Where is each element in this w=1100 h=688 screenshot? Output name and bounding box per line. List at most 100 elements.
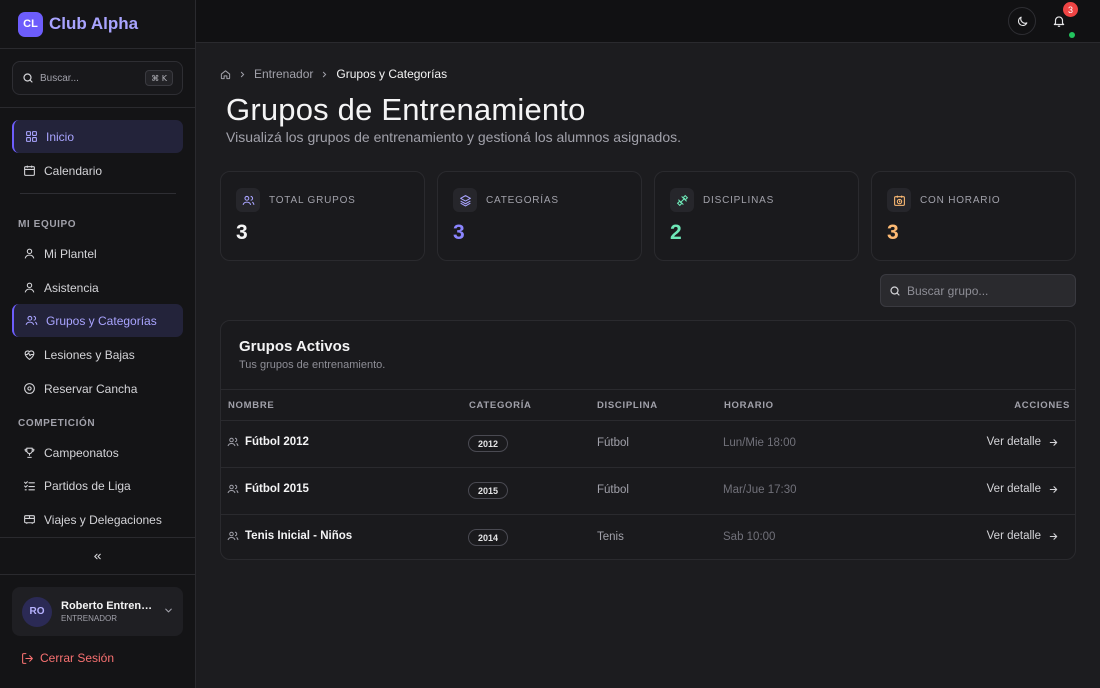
stat-card-total-grupos: TOTAL GRUPOS 3 bbox=[220, 171, 425, 261]
group-search-placeholder: Buscar grupo... bbox=[907, 283, 989, 298]
sidebar-item-lesiones-y-bajas[interactable]: Lesiones y Bajas bbox=[12, 338, 183, 371]
sidebar-item-label: Lesiones y Bajas bbox=[44, 347, 135, 362]
sidebar-item-label: Campeonatos bbox=[44, 445, 119, 460]
brand[interactable]: CL Club Alpha bbox=[0, 0, 195, 49]
divider bbox=[0, 107, 195, 108]
sidebar-item-label: Inicio bbox=[46, 129, 75, 144]
breadcrumb-current: Grupos y Categorías bbox=[336, 67, 448, 81]
stat-card-disciplinas: DISCIPLINAS 2 bbox=[654, 171, 859, 261]
heart-pulse-icon bbox=[22, 348, 36, 362]
group-name-cell: Fútbol 2012 bbox=[227, 436, 309, 448]
sidebar-item-label: Reservar Cancha bbox=[44, 381, 138, 396]
group-search-input[interactable]: Buscar grupo... bbox=[880, 274, 1076, 307]
sidebar: CL Club Alpha Buscar... ⌘ K Inicio Calen… bbox=[0, 0, 196, 688]
target-icon bbox=[22, 382, 36, 396]
table-row[interactable]: Tenis Inicial - Niños 2014 Tenis Sab 10:… bbox=[221, 515, 1075, 559]
category-badge: 2015 bbox=[468, 482, 509, 499]
users-icon bbox=[227, 530, 239, 542]
column-header-horario: HORARIO bbox=[724, 400, 774, 411]
group-name: Fútbol 2012 bbox=[245, 436, 309, 448]
theme-toggle-button[interactable] bbox=[1008, 7, 1036, 35]
users-icon bbox=[24, 314, 38, 328]
user-check-icon bbox=[22, 281, 36, 295]
notification-badge: 3 bbox=[1063, 2, 1078, 17]
collapse-sidebar-button[interactable] bbox=[0, 537, 195, 575]
sidebar-item-mi-plantel[interactable]: Mi Plantel bbox=[12, 237, 183, 270]
view-detail-button[interactable]: Ver detalle bbox=[987, 483, 1059, 495]
sidebar-search-placeholder: Buscar... bbox=[40, 72, 79, 84]
logout-button[interactable]: Cerrar Sesión bbox=[21, 651, 114, 665]
brand-name: Club Alpha bbox=[49, 14, 139, 33]
user-role: ENTRENADOR bbox=[61, 614, 118, 623]
dumbbell-icon bbox=[670, 188, 694, 212]
topbar: 3 bbox=[196, 0, 1100, 43]
stat-card-categorias: CATEGORÍAS 3 bbox=[437, 171, 642, 261]
stat-card-con-horario: CON HORARIO 3 bbox=[871, 171, 1076, 261]
list-check-icon bbox=[22, 479, 36, 493]
sidebar-search[interactable]: Buscar... ⌘ K bbox=[12, 61, 183, 95]
view-detail-button[interactable]: Ver detalle bbox=[987, 530, 1059, 542]
discipline-cell: Tenis bbox=[597, 531, 624, 543]
card-title: Grupos Activos bbox=[239, 338, 351, 355]
sidebar-item-grupos-y-categorias[interactable]: Grupos y Categorías bbox=[12, 304, 183, 337]
chevron-right-icon bbox=[320, 70, 329, 79]
arrow-right-icon bbox=[1048, 437, 1059, 448]
stat-label: TOTAL GRUPOS bbox=[269, 195, 356, 206]
users-icon bbox=[236, 188, 260, 212]
schedule-cell: Mar/Jue 17:30 bbox=[723, 484, 797, 496]
card-subtitle: Tus grupos de entrenamiento. bbox=[239, 359, 386, 371]
group-name-cell: Tenis Inicial - Niños bbox=[227, 530, 352, 542]
sidebar-item-inicio[interactable]: Inicio bbox=[12, 120, 183, 153]
column-header-acciones: ACCIONES bbox=[1014, 400, 1070, 411]
user-info: Roberto Entrenador ENTRENADOR bbox=[61, 600, 153, 623]
calendar-clock-icon bbox=[887, 188, 911, 212]
table-row[interactable]: Fútbol 2015 2015 Fútbol Mar/Jue 17:30 Ve… bbox=[221, 468, 1075, 515]
stat-value: 3 bbox=[236, 221, 248, 244]
sidebar-item-label: Calendario bbox=[44, 163, 103, 178]
stat-value: 3 bbox=[453, 221, 465, 244]
view-detail-label: Ver detalle bbox=[986, 530, 1041, 542]
trophy-icon bbox=[22, 446, 36, 460]
home-icon[interactable] bbox=[220, 69, 231, 80]
group-name: Tenis Inicial - Niños bbox=[245, 530, 353, 542]
view-detail-label: Ver detalle bbox=[986, 483, 1041, 495]
section-label-competicion: COMPETICIÓN bbox=[18, 418, 96, 429]
sidebar-item-viajes-y-delegaciones[interactable]: Viajes y Delegaciones bbox=[12, 503, 183, 536]
user-menu[interactable]: RO Roberto Entrenador ENTRENADOR bbox=[12, 587, 183, 636]
table-header: NOMBRE CATEGORÍA DISCIPLINA HORARIO ACCI… bbox=[221, 389, 1075, 421]
sidebar-item-partidos-de-liga[interactable]: Partidos de Liga bbox=[12, 469, 183, 502]
schedule-cell: Lun/Mie 18:00 bbox=[723, 437, 796, 449]
table-row[interactable]: Fútbol 2012 2012 Fútbol Lun/Mie 18:00 Ve… bbox=[221, 421, 1075, 468]
user-name: Roberto Entrenador bbox=[61, 600, 153, 612]
sidebar-item-calendario[interactable]: Calendario bbox=[12, 154, 183, 187]
calendar-icon bbox=[22, 164, 36, 178]
chevrons-left-icon bbox=[92, 551, 103, 562]
users-icon bbox=[227, 436, 239, 448]
search-shortcut: ⌘ K bbox=[145, 70, 173, 86]
sidebar-item-label: Partidos de Liga bbox=[44, 478, 131, 493]
stat-value: 3 bbox=[887, 221, 899, 244]
breadcrumb-link-entrenador[interactable]: Entrenador bbox=[254, 67, 313, 81]
section-label-mi-equipo: MI EQUIPO bbox=[18, 219, 77, 230]
view-detail-button[interactable]: Ver detalle bbox=[987, 436, 1059, 448]
category-badge: 2014 bbox=[468, 529, 509, 546]
discipline-cell: Fútbol bbox=[597, 437, 629, 449]
avatar: RO bbox=[22, 596, 52, 627]
sidebar-item-label: Grupos y Categorías bbox=[46, 313, 157, 328]
view-detail-label: Ver detalle bbox=[986, 436, 1041, 448]
group-name: Fútbol 2015 bbox=[245, 483, 309, 495]
sidebar-item-campeonatos[interactable]: Campeonatos bbox=[12, 436, 183, 469]
moon-icon bbox=[1016, 15, 1029, 28]
stat-label: DISCIPLINAS bbox=[703, 195, 775, 206]
group-name-cell: Fútbol 2015 bbox=[227, 483, 309, 495]
stat-label: CATEGORÍAS bbox=[486, 195, 559, 206]
user-icon bbox=[22, 247, 36, 261]
sidebar-item-reservar-cancha[interactable]: Reservar Cancha bbox=[12, 372, 183, 405]
logout-icon bbox=[21, 652, 34, 665]
page-subtitle: Visualizá los grupos de entrenamiento y … bbox=[226, 129, 682, 145]
arrow-right-icon bbox=[1048, 484, 1059, 495]
online-status-dot bbox=[1069, 32, 1075, 38]
chevron-right-icon bbox=[238, 70, 247, 79]
users-icon bbox=[227, 483, 239, 495]
sidebar-item-asistencia[interactable]: Asistencia bbox=[12, 271, 183, 304]
